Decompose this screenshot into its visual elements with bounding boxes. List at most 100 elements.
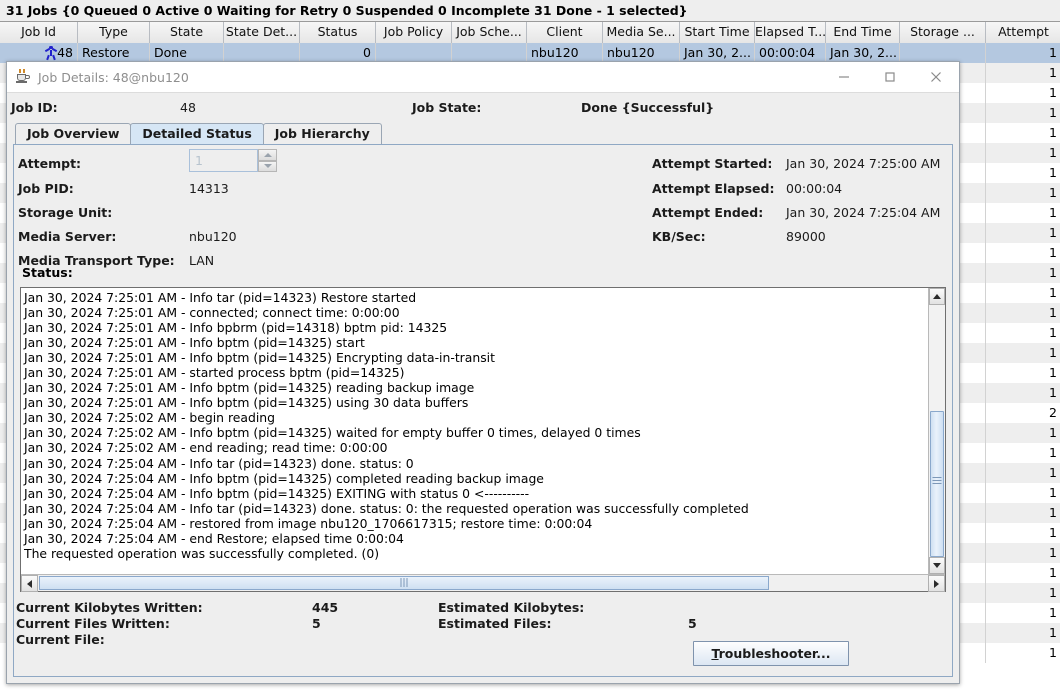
status-log-line: Jan 30, 2024 7:25:04 AM - restored from … [24, 515, 593, 531]
jobs-cell: 1 [986, 223, 1060, 243]
media-server-value: nbu120 [189, 229, 237, 244]
dialog-tabs[interactable]: Job Overview Detailed Status Job Hierarchy [7, 121, 959, 144]
jobs-table-header[interactable]: Job Id Type State State Det... Status Job Pol… [0, 22, 1060, 43]
jobs-column-header[interactable]: Start Time [680, 22, 755, 43]
storage-unit-label: Storage Unit: [18, 205, 113, 220]
jobs-cell: 1 [986, 383, 1060, 403]
jobs-cell [452, 43, 527, 63]
status-log-line: Jan 30, 2024 7:25:01 AM - connected; con… [24, 305, 400, 321]
status-log-line: Jan 30, 2024 7:25:01 AM - Info bptm (pid… [24, 380, 475, 396]
troubleshooter-button[interactable]: Troubleshooter... [693, 641, 849, 666]
jobs-cell: 1 [986, 243, 1060, 263]
attempt-started-value: Jan 30, 2024 7:25:00 AM [786, 156, 941, 171]
jobs-column-header[interactable]: End Time [826, 22, 900, 43]
jobs-cell: 1 [986, 103, 1060, 123]
jobs-column-header[interactable]: State Det... [224, 22, 300, 43]
scroll-down-icon[interactable] [929, 557, 945, 574]
attempt-input[interactable]: 1 [189, 149, 258, 172]
jobs-cell: 48 [0, 43, 78, 63]
current-files-written-label: Current Files Written: [16, 616, 170, 631]
jobs-column-header[interactable]: Status [300, 22, 376, 43]
status-log-line: Jan 30, 2024 7:25:01 AM - Info bpbrm (pi… [24, 320, 448, 336]
status-log-vertical-scrollbar[interactable] [928, 288, 945, 574]
jobs-cell: 1 [986, 203, 1060, 223]
attempt-label: Attempt: [18, 156, 82, 171]
scroll-right-icon[interactable] [928, 575, 945, 592]
jobs-column-header[interactable]: Attempt [986, 22, 1060, 43]
jobs-cell: nbu120 [527, 43, 603, 63]
attempt-decrement-button[interactable] [258, 160, 277, 172]
attempt-ended-label: Attempt Ended: [652, 205, 764, 220]
scroll-up-icon[interactable] [929, 288, 945, 305]
status-log-line: Jan 30, 2024 7:25:04 AM - Info tar (pid=… [24, 500, 749, 516]
java-cup-icon [15, 69, 31, 85]
tab-job-hierarchy[interactable]: Job Hierarchy [262, 123, 382, 144]
jobs-cell: 1 [986, 563, 1060, 583]
jobs-column-header[interactable]: State [150, 22, 224, 43]
status-log-line: Jan 30, 2024 7:25:04 AM - Info bptm (pid… [24, 485, 530, 501]
jobs-cell: 1 [986, 583, 1060, 603]
attempt-ended-value: Jan 30, 2024 7:25:04 AM [786, 205, 941, 220]
hscroll-thumb[interactable] [39, 576, 769, 590]
jobs-column-header[interactable]: Type [78, 22, 150, 43]
attempt-elapsed-label: Attempt Elapsed: [652, 181, 775, 196]
jobs-cell: nbu120 [603, 43, 680, 63]
jobs-cell: 1 [986, 123, 1060, 143]
maximize-icon[interactable] [867, 62, 913, 93]
jobs-column-header[interactable]: Job Policy [376, 22, 452, 43]
jobs-cell: Jan 30, 2... [680, 43, 755, 63]
tab-detailed-status[interactable]: Detailed Status [130, 123, 264, 144]
jobs-cell: 1 [986, 323, 1060, 343]
attempt-increment-button[interactable] [258, 149, 277, 161]
minimize-icon[interactable] [821, 62, 867, 93]
job-details-dialog[interactable]: Job Details: 48@nbu120 Job ID: 48 Job St… [6, 61, 960, 684]
job-pid-value: 14313 [189, 181, 229, 196]
scroll-left-icon[interactable] [21, 575, 38, 592]
status-log-text[interactable]: Jan 30, 2024 7:25:01 AM - Info tar (pid=… [21, 288, 928, 574]
kb-sec-value: 89000 [786, 229, 826, 244]
vscroll-track[interactable] [929, 305, 945, 557]
attempt-elapsed-value: 00:00:04 [786, 181, 843, 196]
jobs-cell [376, 43, 452, 63]
hscroll-track[interactable] [38, 575, 928, 591]
status-log-horizontal-scrollbar[interactable] [21, 574, 945, 592]
jobs-column-header[interactable]: Job Id [0, 22, 78, 43]
jobs-column-header[interactable]: Job Sche... [452, 22, 527, 43]
jobs-column-header[interactable]: Media Se... [603, 22, 680, 43]
jobs-cell: 1 [986, 63, 1060, 83]
jobs-cell: Jan 30, 2... [826, 43, 900, 63]
current-files-written-value: 5 [312, 616, 321, 631]
vscroll-thumb[interactable] [930, 410, 944, 557]
status-label: Status: [22, 265, 73, 280]
jobs-cell: 1 [986, 143, 1060, 163]
tab-job-overview[interactable]: Job Overview [15, 123, 132, 144]
jobs-table-row-selected[interactable]: 48 Restore Done 0 nbu120 nbu120 Jan 30, 2... 00… [0, 43, 1060, 63]
jobs-column-header[interactable]: Storage ... [900, 22, 986, 43]
jobs-cell: 00:00:04 [755, 43, 826, 63]
jobs-column-header[interactable]: Client [527, 22, 603, 43]
attempt-stepper[interactable]: 1 [189, 149, 277, 172]
jobs-cell: 1 [986, 423, 1060, 443]
jobs-cell: 0 [300, 43, 376, 63]
status-log-line: Jan 30, 2024 7:25:01 AM - Info bptm (pid… [24, 350, 495, 366]
dialog-titlebar[interactable]: Job Details: 48@nbu120 [7, 62, 959, 93]
status-log-line: Jan 30, 2024 7:25:02 AM - Info bptm (pid… [24, 425, 641, 441]
jobs-cell: 1 [986, 443, 1060, 463]
status-log-line: Jan 30, 2024 7:25:01 AM - Info bptm (pid… [24, 395, 469, 411]
jobs-cell [224, 43, 300, 63]
status-log-line: Jan 30, 2024 7:25:04 AM - end Restore; e… [24, 530, 404, 546]
status-log-line: Jan 30, 2024 7:25:01 AM - started proces… [24, 365, 405, 381]
status-log-line: Jan 30, 2024 7:25:04 AM - Info tar (pid=… [24, 455, 414, 471]
jobs-cell: 1 [986, 163, 1060, 183]
jobs-column-header[interactable]: Elapsed T... [755, 22, 826, 43]
dialog-title: Job Details: 48@nbu120 [38, 69, 189, 85]
current-kilobytes-written-label: Current Kilobytes Written: [16, 600, 203, 615]
close-icon[interactable] [913, 62, 959, 93]
current-file-label: Current File: [16, 632, 105, 647]
jobs-cell: 1 [986, 263, 1060, 283]
estimated-kilobytes-label: Estimated Kilobytes: [438, 600, 585, 615]
status-log[interactable]: Jan 30, 2024 7:25:01 AM - Info tar (pid=… [20, 287, 946, 592]
status-log-line: Jan 30, 2024 7:25:01 AM - Info bptm (pid… [24, 335, 365, 351]
jobs-cell: 1 [986, 283, 1060, 303]
attempt-started-label: Attempt Started: [652, 156, 773, 171]
